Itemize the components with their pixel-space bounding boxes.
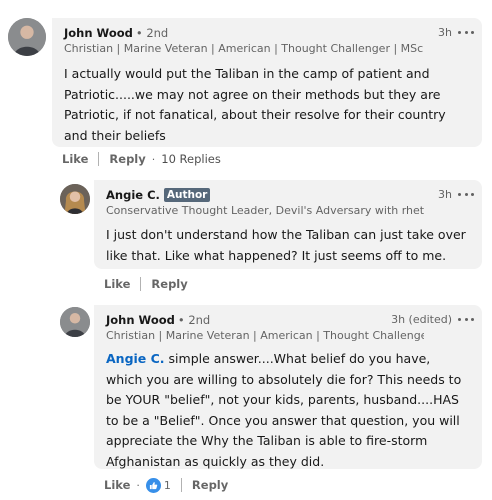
avatar-john-wood[interactable] (60, 307, 90, 337)
timestamp: 3h (438, 26, 452, 39)
reaction-count: 1 (163, 478, 171, 492)
reply-button[interactable]: Reply (192, 478, 228, 492)
avatar-john-wood[interactable] (8, 18, 46, 56)
comment-meta: 3h (438, 26, 474, 39)
person-photo-icon (60, 184, 90, 214)
reply-button[interactable]: Reply (109, 152, 145, 166)
connection-degree: • 2nd (177, 313, 211, 327)
like-button[interactable]: Like (62, 152, 88, 166)
separator-dot: · (136, 478, 140, 492)
connection-degree: • 2nd (135, 26, 169, 40)
comment-bubble: John Wood • 2nd 3h (edited) Christian | … (94, 305, 482, 469)
author-name[interactable]: John Wood (64, 26, 133, 40)
like-button[interactable]: Like (104, 478, 130, 492)
comment-text: I just don't understand how the Taliban … (106, 227, 466, 263)
author-name[interactable]: John Wood (106, 313, 175, 327)
comment-author: John Wood • 2nd (64, 25, 168, 41)
author-badge: Author (163, 188, 211, 202)
author-name[interactable]: Angie C. (106, 188, 160, 202)
author-headline: Christian | Marine Veteran | American | … (64, 42, 424, 55)
comment-meta: 3h (438, 188, 474, 201)
comment-text: I actually would put the Taliban in the … (64, 66, 446, 143)
comment-bubble: Angie C. Author 3h Conservative Thought … (94, 180, 482, 269)
comment-text-body: simple answer....What belief do you have… (106, 351, 462, 469)
comment-author: Angie C. Author (106, 187, 211, 203)
action-divider (180, 478, 182, 492)
comment-author: John Wood • 2nd (106, 312, 210, 328)
comment-bubble: John Wood • 2nd 3h Christian | Marine Ve… (52, 18, 482, 147)
more-horizontal-icon[interactable] (458, 27, 474, 39)
more-horizontal-icon[interactable] (458, 314, 474, 326)
comment-meta: 3h (edited) (391, 313, 474, 326)
author-headline: Conservative Thought Leader, Devil's Adv… (106, 204, 424, 217)
comment-actions: Like Reply (104, 276, 188, 292)
action-divider (98, 152, 100, 166)
action-divider (140, 277, 142, 291)
separator-dot: · (151, 152, 156, 166)
mention-link[interactable]: Angie C. (106, 351, 165, 366)
replies-count-link[interactable]: 10 Replies (161, 152, 221, 166)
like-button[interactable]: Like (104, 277, 130, 291)
like-reaction-icon (145, 477, 161, 493)
reply-button[interactable]: Reply (151, 277, 187, 291)
person-photo-icon (60, 307, 90, 337)
reactions-summary[interactable]: 1 (145, 477, 171, 493)
comment-text: Angie C. simple answer....What belief do… (106, 349, 468, 472)
timestamp: 3h (438, 188, 452, 201)
avatar-angie-c[interactable] (60, 184, 90, 214)
author-headline: Christian | Marine Veteran | American | … (106, 329, 424, 342)
comment-actions: Like Reply · 10 Replies (62, 151, 221, 167)
comment-actions: Like · 1 Reply (104, 477, 228, 493)
more-horizontal-icon[interactable] (458, 189, 474, 201)
timestamp: 3h (edited) (391, 313, 452, 326)
person-photo-icon (8, 18, 46, 56)
